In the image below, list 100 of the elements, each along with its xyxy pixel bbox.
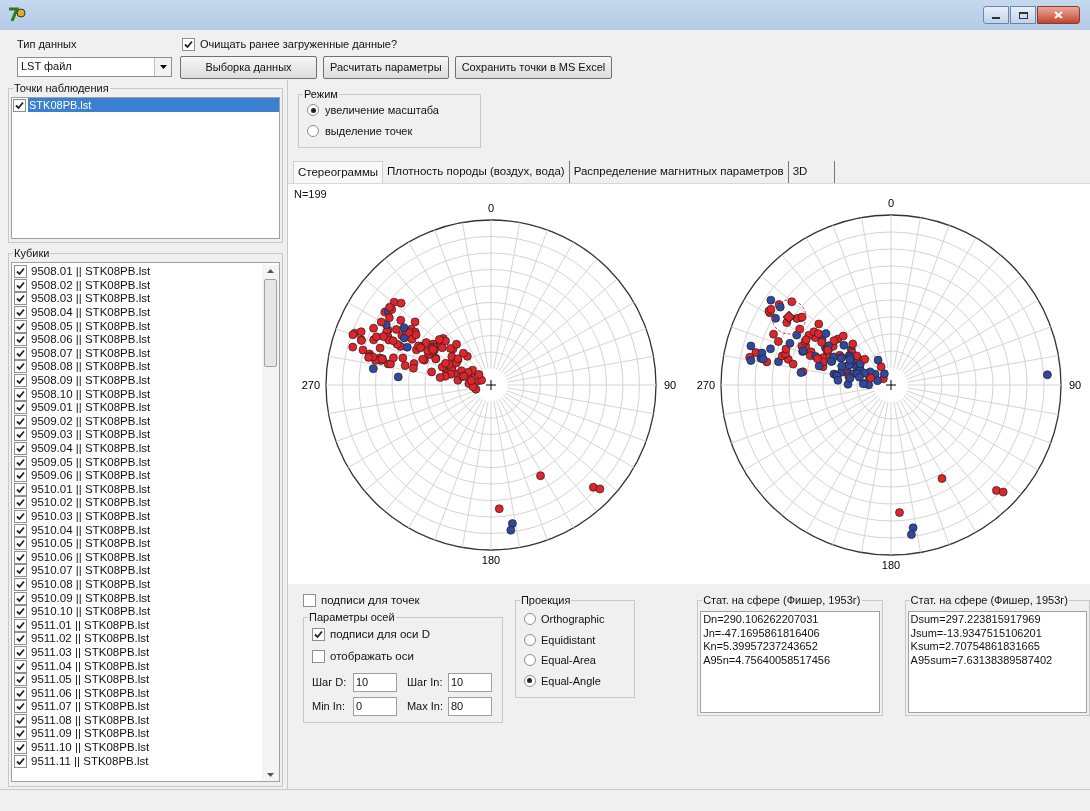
scroll-up-icon[interactable] [267,269,274,273]
list-item[interactable]: 9511.11 || STK08PB.lst [31,754,149,768]
list-item[interactable]: 9511.10 || STK08PB.lst [31,741,150,755]
list-item[interactable]: 9511.07 || STK08PB.lst [31,700,150,714]
checkbox[interactable] [14,673,27,687]
list-item[interactable]: 9510.04 || STK08PB.lst [31,523,151,537]
checkbox[interactable] [14,319,27,333]
list-item[interactable]: 9509.02 || STK08PB.lst [31,414,151,428]
checkbox[interactable] [14,278,27,292]
radio-button[interactable] [523,613,536,626]
checkbox[interactable] [14,387,27,401]
list-item[interactable]: 9508.06 || STK08PB.lst [31,333,151,347]
checkbox[interactable] [14,360,27,374]
list-item[interactable]: 9510.08 || STK08PB.lst [31,577,151,591]
checkbox[interactable] [14,727,27,741]
stats-textbox[interactable]: Dsum=297.223815917969 Jsum=-13.9347515106201 Ksum=2.70754861831665 A95sum=7.63138389587402 [907,611,1087,713]
list-item[interactable]: 9509.03 || STK08PB.lst [31,428,151,442]
input-field[interactable]: 10 [353,672,397,692]
list-item[interactable]: 9511.08 || STK08PB.lst [31,713,150,727]
checkbox[interactable] [14,401,27,415]
list-item[interactable]: 9508.05 || STK08PB.lst [31,319,151,333]
checkbox[interactable] [14,469,27,483]
list-item[interactable]: 9508.03 || STK08PB.lst [31,292,151,306]
list-item[interactable]: 9511.04 || STK08PB.lst [31,659,150,673]
checkbox[interactable] [14,428,27,442]
checkbox[interactable] [14,537,27,551]
checkbox[interactable] [14,618,27,632]
list-item[interactable]: 9510.06 || STK08PB.lst [31,550,151,564]
checkbox[interactable] [14,414,27,428]
checkbox[interactable] [14,482,27,496]
checkbox[interactable] [14,455,27,469]
checkbox[interactable] [14,550,27,564]
checkbox[interactable] [14,686,27,700]
checkbox[interactable] [14,754,27,768]
checkbox[interactable] [14,333,27,347]
list-item[interactable]: 9511.03 || STK08PB.lst [31,645,150,659]
radio-button[interactable] [307,124,319,137]
checkbox[interactable] [14,442,27,455]
tab[interactable]: Стереограммы [293,161,384,183]
radio-button[interactable] [523,654,536,667]
checkbox[interactable] [14,564,27,578]
toolbar-button[interactable]: Выборка данных [180,55,317,79]
radio-button[interactable] [523,674,536,687]
list-item[interactable]: 9509.01 || STK08PB.lst [31,401,151,415]
checkbox[interactable] [312,628,325,642]
input-field[interactable]: 80 [447,696,492,716]
checkbox[interactable] [14,645,27,659]
checkbox[interactable] [14,659,27,673]
minimize-button[interactable] [983,6,1009,24]
list-item[interactable]: 9508.04 || STK08PB.lst [31,306,151,320]
scroll-down-icon[interactable] [267,773,274,777]
list-item[interactable]: 9511.09 || STK08PB.lst [31,727,150,741]
list-item[interactable]: 9508.09 || STK08PB.lst [31,374,151,388]
list-item[interactable]: 9510.09 || STK08PB.lst [31,591,151,605]
list-item[interactable]: 9510.07 || STK08PB.lst [31,564,151,578]
input-field[interactable]: 0 [353,696,397,716]
checkbox[interactable] [14,510,27,523]
list-item[interactable]: 9510.05 || STK08PB.lst [31,537,151,551]
list-item[interactable]: 9511.06 || STK08PB.lst [31,686,150,700]
checkbox[interactable] [14,496,27,510]
checkbox[interactable] [312,649,325,663]
checkbox[interactable] [14,265,27,279]
list-item[interactable]: 9511.01 || STK08PB.lst [31,618,150,632]
scrollbar-thumb[interactable] [264,279,277,367]
checkbox[interactable] [14,632,27,646]
data-type-dropdown[interactable]: LST файл [17,56,172,77]
radio-button[interactable] [523,633,536,646]
list-item[interactable]: 9510.03 || STK08PB.lst [31,510,151,523]
checkbox[interactable] [14,741,27,755]
input-field[interactable]: 10 [447,672,492,692]
list-item[interactable]: 9510.10 || STK08PB.lst [31,605,151,619]
checkbox[interactable] [14,306,27,320]
list-item[interactable]: 9508.07 || STK08PB.lst [31,346,151,360]
toolbar-button[interactable]: Расчитать параметры [323,55,449,79]
checkbox[interactable] [13,98,26,112]
stats-textbox[interactable]: Dn=290.106262207031 Jn=-47.1695861816406 Kn=5.39957237243652 A95n=4.75640058517456 [700,611,880,713]
list-item[interactable]: 9511.05 || STK08PB.lst [31,673,150,687]
radio-button[interactable] [307,104,319,117]
list-item[interactable]: 9508.01 || STK08PB.lst [31,265,151,279]
list-item[interactable]: 9508.02 || STK08PB.lst [31,278,151,292]
list-item[interactable]: STK08PB.lst [28,98,279,112]
checkbox[interactable] [14,591,27,605]
checkbox[interactable] [14,605,27,619]
list-item[interactable]: 9510.01 || STK08PB.lst [31,482,151,496]
list-item[interactable]: 9509.06 || STK08PB.lst [31,469,151,483]
list-item[interactable]: 9509.05 || STK08PB.lst [31,455,151,469]
checkbox[interactable] [14,700,27,714]
list-item[interactable]: 9509.04 || STK08PB.lst [31,442,151,455]
maximize-button[interactable] [1010,6,1036,24]
toolbar-button[interactable]: Сохранить точки в MS Excel [454,55,613,79]
list-item[interactable]: 9508.10 || STK08PB.lst [31,387,151,401]
checkbox[interactable] [14,346,27,360]
close-button[interactable] [1037,6,1080,24]
checkbox[interactable] [182,37,195,51]
checkbox[interactable] [14,292,27,306]
checkbox[interactable] [14,523,27,537]
checkbox[interactable] [14,713,27,727]
scrollbar[interactable] [262,265,279,781]
checkbox[interactable] [14,374,27,388]
checkbox[interactable] [14,577,27,591]
